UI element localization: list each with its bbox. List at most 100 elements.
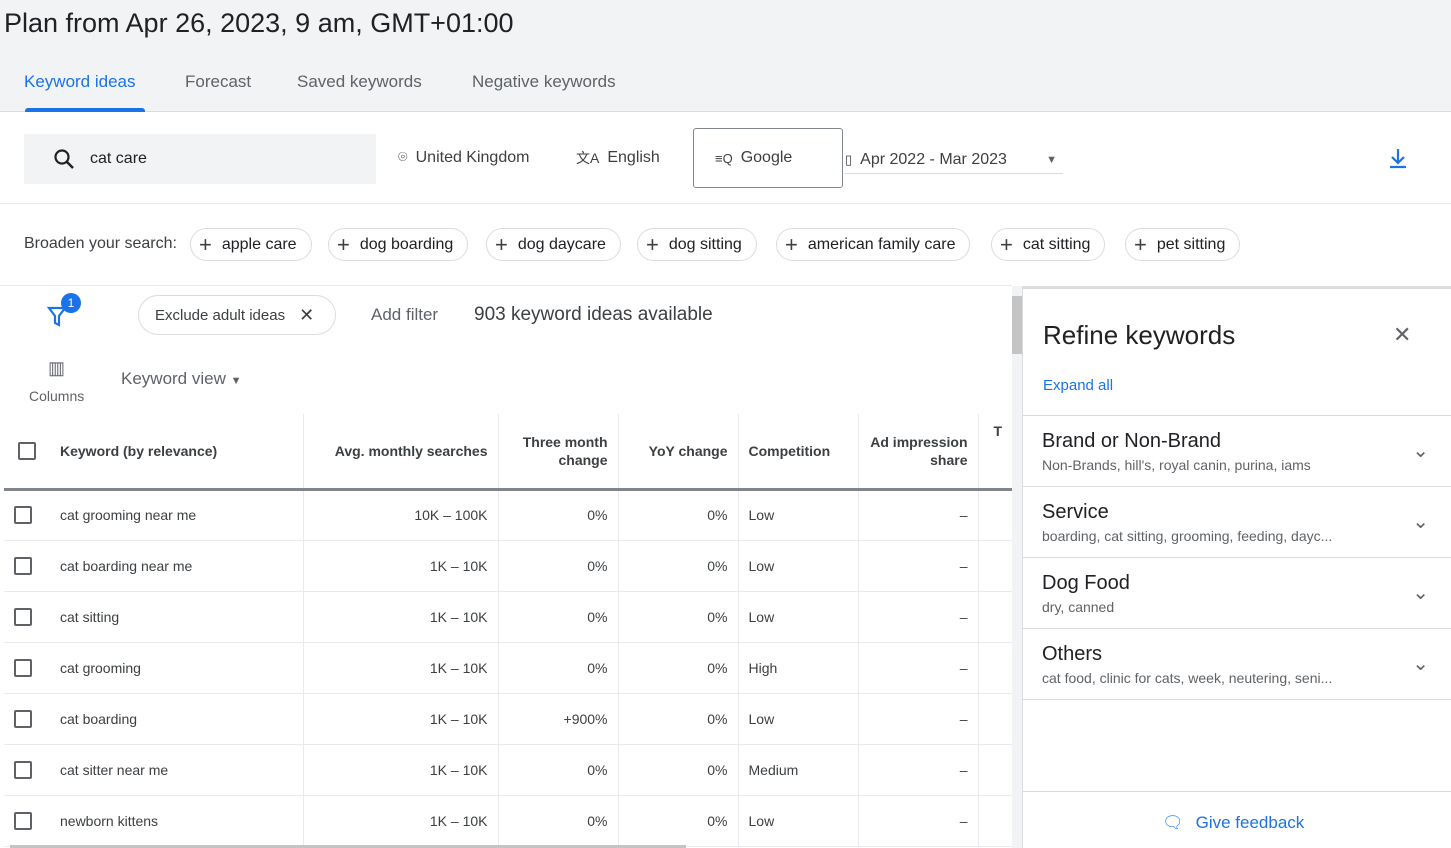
plus-icon: +: [1000, 231, 1013, 257]
row-checkbox[interactable]: [14, 709, 32, 728]
row-checkbox[interactable]: [14, 607, 32, 626]
select-all-checkbox[interactable]: [18, 442, 36, 461]
cell: 1K – 10K: [303, 693, 499, 745]
table-row[interactable]: cat grooming near me 10K – 100K 0% 0% Low –: [4, 489, 1012, 541]
refine-section[interactable]: Service boarding, cat sitting, grooming, …: [1022, 487, 1451, 558]
header-competition[interactable]: Competition: [738, 414, 859, 491]
tab-saved-keywords[interactable]: Saved keywords: [297, 72, 422, 92]
keyword-view-dropdown[interactable]: Keyword view ▼: [121, 369, 242, 389]
broaden-chip[interactable]: + pet sitting: [1125, 228, 1241, 261]
cell: 0%: [498, 744, 619, 796]
calendar-icon: ▯: [845, 151, 853, 167]
feedback-icon: 🗨: [1162, 813, 1184, 832]
table-row[interactable]: cat boarding 1K – 10K +900% 0% Low –: [4, 693, 1012, 745]
translate-icon: 文A: [576, 150, 600, 166]
row-checkbox[interactable]: [14, 658, 32, 677]
date-range-selector[interactable]: ▯ Apr 2022 - Mar 2023 ▼: [845, 146, 1063, 174]
row-checkbox[interactable]: [14, 556, 32, 575]
add-filter-button[interactable]: Add filter: [371, 305, 438, 325]
table-row[interactable]: cat boarding near me 1K – 10K 0% 0% Low –: [4, 540, 1012, 592]
keyword-table: Keyword (by relevance) Avg. monthly sear…: [4, 414, 1012, 847]
chip-label: cat sitting: [1022, 235, 1091, 253]
columns-label[interactable]: Columns: [29, 388, 84, 404]
chevron-down-icon[interactable]: ⌄: [1412, 580, 1429, 605]
dropdown-arrow-icon: ▼: [230, 375, 242, 387]
row-select-cell: [4, 744, 50, 796]
table-row[interactable]: newborn kittens 1K – 10K 0% 0% Low –: [4, 795, 1012, 847]
broaden-chip[interactable]: + apple care: [190, 228, 312, 261]
section-subtitle: boarding, cat sitting, grooming, feeding…: [1042, 528, 1333, 544]
refine-section[interactable]: Dog Food dry, canned ⌄: [1022, 558, 1451, 629]
header-yoy-change[interactable]: YoY change: [618, 414, 739, 491]
section-title: Others: [1042, 643, 1103, 665]
section-subtitle: cat food, clinic for cats, week, neuteri…: [1042, 670, 1333, 686]
location-selector[interactable]: ⌾ United Kingdom: [398, 146, 529, 170]
cell: +900%: [498, 693, 619, 745]
cell: –: [858, 693, 979, 745]
close-panel-icon[interactable]: ✕: [1393, 322, 1411, 348]
tab-forecast[interactable]: Forecast: [185, 72, 251, 92]
language-label: English: [607, 149, 660, 166]
cell: Low: [738, 693, 859, 745]
broaden-chip[interactable]: + dog sitting: [637, 228, 757, 261]
row-checkbox[interactable]: [14, 506, 32, 525]
location-label: United Kingdom: [415, 149, 530, 166]
close-icon[interactable]: ✕: [299, 305, 314, 326]
table-header-row: Keyword (by relevance) Avg. monthly sear…: [4, 414, 1012, 491]
language-selector[interactable]: 文A English: [576, 146, 660, 170]
expand-all-link[interactable]: Expand all: [1043, 377, 1113, 394]
section-subtitle: dry, canned: [1042, 599, 1115, 615]
table-row[interactable]: cat grooming 1K – 10K 0% 0% High –: [4, 642, 1012, 694]
chevron-down-icon[interactable]: ⌄: [1412, 438, 1429, 463]
cell: 0%: [618, 540, 739, 592]
cell: 0%: [498, 642, 619, 694]
network-label-wrap: ≡Q Google: [715, 146, 792, 170]
columns-icon[interactable]: ▥: [48, 358, 65, 379]
cell: High: [738, 642, 859, 694]
row-checkbox[interactable]: [14, 811, 32, 830]
header-three-month-change[interactable]: Three month change: [498, 414, 619, 491]
refine-title: Refine keywords: [1043, 320, 1236, 350]
cell: –: [858, 591, 979, 643]
broaden-chip[interactable]: + dog boarding: [328, 228, 469, 261]
header-ad-impression-share[interactable]: Ad impression share: [858, 414, 979, 491]
scrollbar-thumb[interactable]: [1012, 296, 1022, 354]
refine-section[interactable]: Brand or Non-Brand Non-Brands, hill's, ro…: [1022, 416, 1451, 487]
network-icon: ≡Q: [715, 150, 733, 166]
plus-icon: +: [337, 231, 350, 257]
tab-keyword-ideas[interactable]: Keyword ideas: [24, 72, 136, 92]
chevron-down-icon[interactable]: ⌄: [1412, 509, 1429, 534]
table-scrollbar[interactable]: [1012, 286, 1022, 848]
keyword-view-label: Keyword view: [121, 369, 226, 388]
tab-negative-keywords[interactable]: Negative keywords: [472, 72, 616, 92]
header-truncated[interactable]: T: [978, 414, 1012, 491]
cell: cat sitting: [50, 591, 304, 643]
row-select-cell: [4, 489, 50, 541]
plus-icon: +: [785, 231, 798, 257]
broaden-chip[interactable]: + american family care: [776, 228, 971, 261]
search-icon: [54, 149, 74, 169]
row-checkbox[interactable]: [14, 760, 32, 779]
section-title: Dog Food: [1042, 572, 1130, 594]
give-feedback-button[interactable]: 🗨 Give feedback: [1162, 813, 1304, 833]
search-value: cat care: [90, 150, 147, 167]
filter-chip[interactable]: Exclude adult ideas ✕: [138, 295, 336, 335]
header-keyword[interactable]: Keyword (by relevance): [50, 414, 304, 491]
cell: Medium: [738, 744, 859, 796]
refine-section[interactable]: Others cat food, clinic for cats, week, n…: [1022, 629, 1451, 700]
header-avg-monthly-searches[interactable]: Avg. monthly searches: [303, 414, 499, 491]
search-input[interactable]: cat care: [24, 134, 376, 184]
plus-icon: +: [646, 231, 659, 257]
chevron-down-icon[interactable]: ⌄: [1412, 651, 1429, 676]
cell: 1K – 10K: [303, 642, 499, 694]
download-icon[interactable]: [1386, 146, 1410, 170]
table-row[interactable]: cat sitter near me 1K – 10K 0% 0% Medium –: [4, 744, 1012, 796]
chip-label: pet sitting: [1156, 235, 1226, 253]
table-row[interactable]: cat sitting 1K – 10K 0% 0% Low –: [4, 591, 1012, 643]
cell: cat sitter near me: [50, 744, 304, 796]
keyword-count: 903 keyword ideas available: [474, 304, 713, 325]
broaden-chip[interactable]: + dog daycare: [486, 228, 621, 261]
broaden-chip[interactable]: + cat sitting: [991, 228, 1106, 261]
plus-icon: +: [1134, 231, 1147, 257]
page-title: Plan from Apr 26, 2023, 9 am, GMT+01:00: [4, 8, 514, 38]
